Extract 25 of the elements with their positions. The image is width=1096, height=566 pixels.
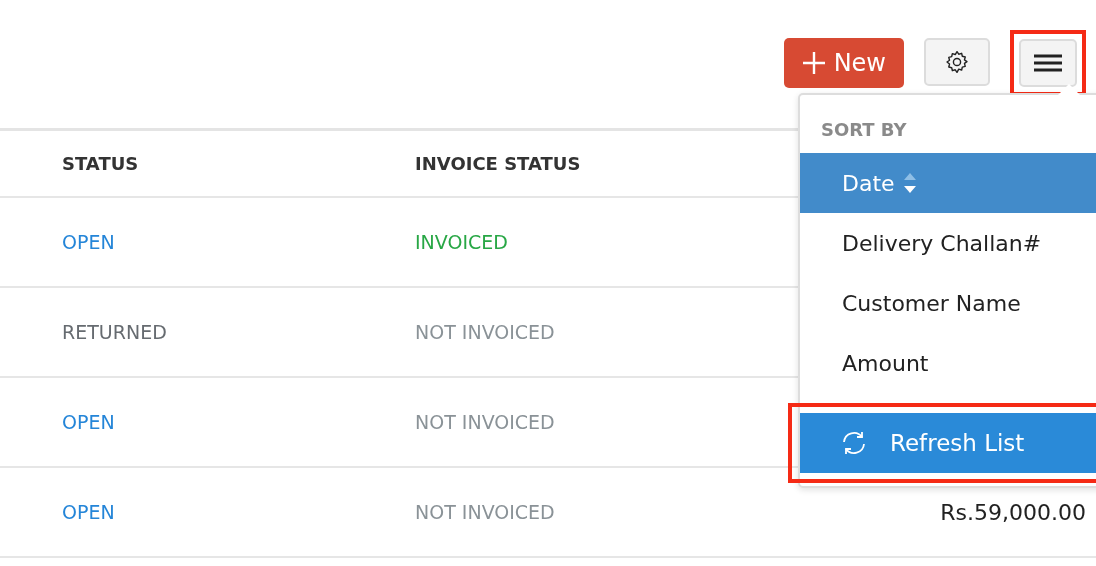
refresh-list-item[interactable]: Refresh List [800,413,1096,473]
sort-icon [902,172,917,194]
sort-option[interactable]: Amount [800,333,1096,393]
status-text: OPEN [62,501,115,523]
settings-button[interactable] [924,38,990,86]
menu-icon [1034,53,1062,73]
status-text: OPEN [62,411,115,433]
sort-option[interactable]: Delivery Challan# [800,213,1096,273]
refresh-icon [840,429,868,457]
invoice-status-text: INVOICED [415,231,508,253]
column-header: INVOICE STATUS [415,153,581,174]
invoice-status-text: NOT INVOICED [415,411,555,433]
menu-heading: SORT BY [820,118,908,142]
amount-cell: Rs.59,000.00 [940,499,1086,525]
status-text: RETURNED [62,321,167,343]
new-button[interactable]: New [783,38,904,88]
status-text: OPEN [62,231,115,253]
sort-option[interactable]: Customer Name [800,273,1096,333]
column-header: STATUS [62,153,139,174]
invoice-status-text: NOT INVOICED [415,501,555,523]
invoice-status-text: NOT INVOICED [415,321,555,343]
plus-icon [801,51,826,75]
settings-icon [944,49,970,75]
sort-option[interactable]: Date [800,153,1096,213]
menu-button[interactable] [1019,39,1077,87]
